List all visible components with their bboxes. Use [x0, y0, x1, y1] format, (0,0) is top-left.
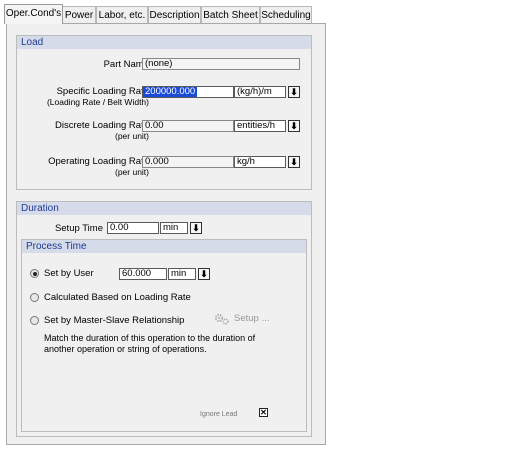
- load-group: Load Part Name (none) Specific Loading R…: [16, 35, 312, 190]
- set-by-user-radio[interactable]: [30, 269, 39, 278]
- arrow-down-icon[interactable]: ⬇: [288, 156, 300, 168]
- specific-loading-rate-label: Specific Loading Rate: [56, 86, 149, 97]
- discrete-loading-rate-field: 0.00: [142, 120, 234, 132]
- process-time-group: Process Time Set by User 60.000 min ⬇ Ca…: [21, 239, 307, 432]
- tab-oper-conds[interactable]: Oper.Cond's: [4, 4, 63, 24]
- specific-loading-rate-unit[interactable]: (kg/h)/m: [234, 86, 286, 98]
- arrow-down-icon[interactable]: ⬇: [190, 222, 202, 234]
- operating-loading-rate-field: 0.000: [142, 156, 234, 168]
- setup-time-input[interactable]: 0.00: [107, 222, 159, 234]
- operating-loading-rate-label: Operating Loading Rate: [48, 156, 149, 167]
- duration-group-header: Duration: [17, 202, 311, 215]
- ignore-lead-checkbox[interactable]: ✕: [259, 408, 268, 417]
- discrete-loading-rate-unit[interactable]: entities/h: [234, 120, 286, 132]
- master-slave-description-line1: Match the duration of this operation to …: [44, 333, 256, 343]
- tab-power[interactable]: Power: [62, 6, 96, 23]
- setup-time-label: Setup Time: [54, 223, 103, 234]
- discrete-loading-rate-label: Discrete Loading Rate: [55, 120, 149, 131]
- master-slave-label[interactable]: Set by Master-Slave Relationship: [44, 315, 184, 326]
- operating-loading-rate-unit[interactable]: kg/h: [234, 156, 286, 168]
- process-time-header: Process Time: [22, 240, 306, 253]
- specific-loading-rate-value: 200000.000: [143, 86, 198, 97]
- setup-button-label: Setup ...: [234, 313, 270, 324]
- process-time-input[interactable]: 60.000: [119, 268, 167, 280]
- setup-button[interactable]: Setup ...: [214, 312, 274, 326]
- arrow-down-icon[interactable]: ⬇: [288, 86, 300, 98]
- part-name-field: (none): [142, 58, 300, 70]
- master-slave-description-line2: another operation or string of operation…: [44, 344, 207, 354]
- ignore-lead-label: Ignore Lead: [200, 411, 238, 418]
- gears-icon: [214, 313, 229, 325]
- specific-loading-rate-sublabel: (Loading Rate / Belt Width): [46, 97, 149, 107]
- calculated-radio[interactable]: [30, 293, 39, 302]
- set-by-user-label[interactable]: Set by User: [44, 268, 94, 279]
- operating-loading-rate-sublabel: (per unit): [114, 167, 149, 177]
- arrow-down-icon[interactable]: ⬇: [288, 120, 300, 132]
- discrete-loading-rate-sublabel: (per unit): [114, 131, 149, 141]
- calculated-label[interactable]: Calculated Based on Loading Rate: [44, 292, 191, 303]
- tab-scheduling[interactable]: Scheduling: [260, 6, 312, 23]
- setup-time-unit[interactable]: min: [160, 222, 188, 234]
- load-group-header: Load: [17, 36, 311, 49]
- tab-description[interactable]: Description: [148, 6, 201, 23]
- oper-conds-panel: Load Part Name (none) Specific Loading R…: [6, 23, 326, 445]
- duration-group: Duration Setup Time 0.00 min ⬇ Process T…: [16, 201, 312, 437]
- arrow-down-icon[interactable]: ⬇: [198, 268, 210, 280]
- tab-batch-sheet[interactable]: Batch Sheet: [201, 6, 260, 23]
- specific-loading-rate-input[interactable]: 200000.000: [142, 86, 234, 98]
- process-time-unit[interactable]: min: [168, 268, 196, 280]
- tab-labor[interactable]: Labor, etc.: [96, 6, 148, 23]
- master-slave-radio[interactable]: [30, 316, 39, 325]
